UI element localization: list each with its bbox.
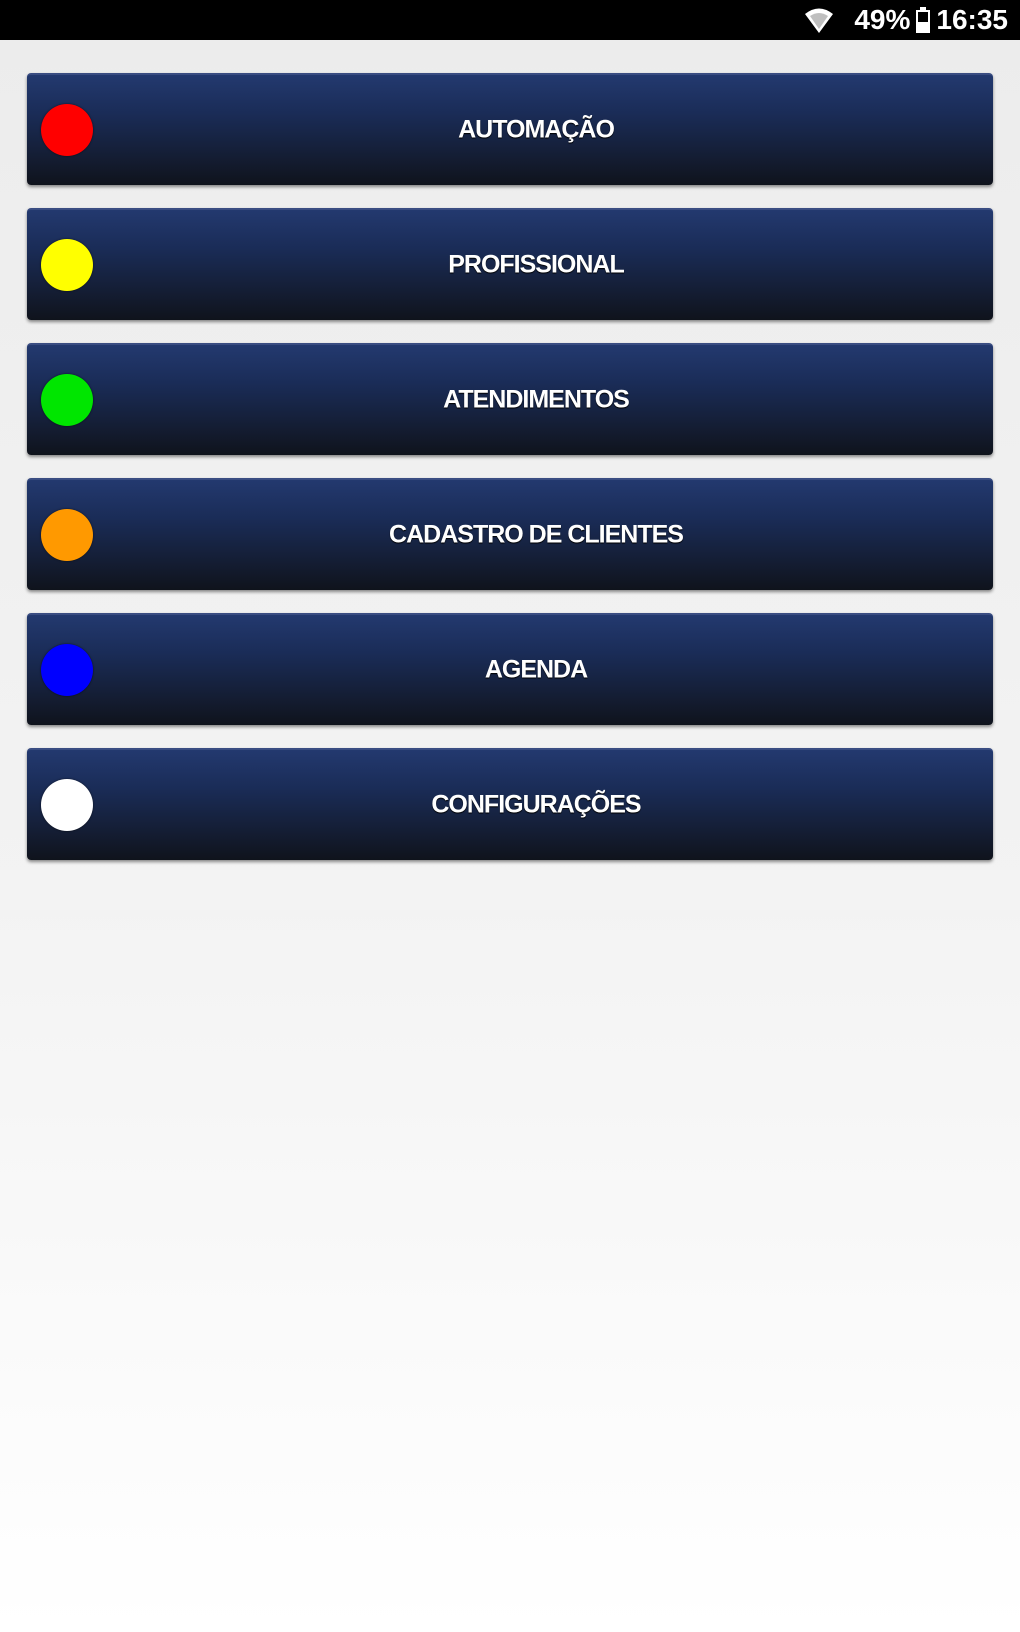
battery-percent: 49% <box>854 4 911 35</box>
menu-button-profissional[interactable]: PROFISSIONAL <box>27 208 993 320</box>
battery-icon <box>916 7 931 33</box>
menu-button-automacao[interactable]: AUTOMAÇÃO <box>27 73 993 185</box>
menu-button-label: AUTOMAÇÃO <box>458 115 615 144</box>
menu-button-configuracoes[interactable]: CONFIGURAÇÕES <box>27 748 993 860</box>
menu-button-label: CADASTRO DE CLIENTES <box>389 520 684 549</box>
menu-button-agenda[interactable]: AGENDA <box>27 613 993 725</box>
menu-button-label: AGENDA <box>484 655 588 684</box>
menu-button-label: PROFISSIONAL <box>448 250 625 279</box>
menu-button-atendimentos[interactable]: ATENDIMENTOS <box>27 343 993 455</box>
status-bar: 49% 16:35 <box>0 0 1020 40</box>
wifi-icon <box>802 5 836 35</box>
main-menu: AUTOMAÇÃO PROFISSIONAL ATENDIMENTOS CADA… <box>27 73 993 883</box>
menu-button-label: ATENDIMENTOS <box>443 385 630 414</box>
menu-button-label: CONFIGURAÇÕES <box>431 790 641 819</box>
status-time: 16:35 <box>936 4 1008 35</box>
menu-button-cadastro-de-clientes[interactable]: CADASTRO DE CLIENTES <box>27 478 993 590</box>
